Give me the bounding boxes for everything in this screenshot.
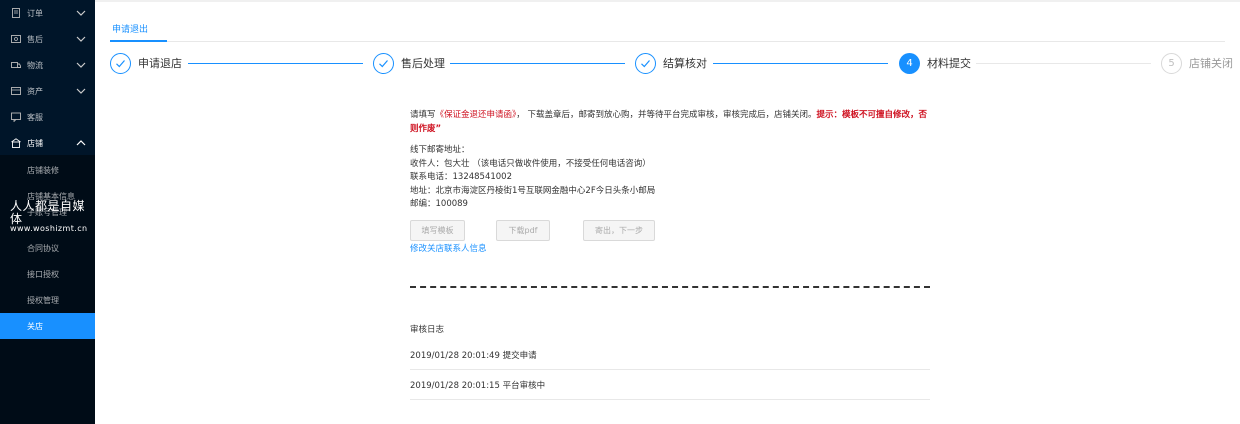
address-title: 线下邮寄地址： — [410, 145, 470, 155]
sidebar-item-label: 订单 — [27, 8, 43, 18]
check-icon — [373, 52, 394, 74]
step-connector — [976, 63, 1151, 64]
check-icon — [635, 52, 656, 74]
tab-apply-exit[interactable]: 申请退出 — [112, 22, 148, 35]
submenu-item-sub-accounts[interactable]: 子账号管理 — [0, 199, 95, 225]
address-phone: 联系电话：13248541002 — [410, 172, 512, 182]
submenu-item-close-shop[interactable]: 关店 — [0, 313, 95, 339]
step-connector — [188, 63, 363, 64]
step-settlement: 结算核对 — [635, 52, 707, 74]
submenu-item-contracts[interactable]: 合同协议 — [0, 235, 95, 261]
edit-contact-link[interactable]: 修改关店联系人信息 — [410, 242, 487, 254]
step-label: 申请退店 — [138, 57, 182, 70]
main-content: 申请退出 申请退店 售后处理 结算核对 4 材料提交 5 店铺关闭 请填写《保证… — [95, 0, 1240, 424]
submenu-item-label: 店铺装修 — [27, 166, 59, 175]
audit-log-entry: 2019/01/28 20:01:15 平台审核中 — [410, 381, 546, 391]
sidebar-item-aftersale[interactable]: 售后 — [0, 26, 95, 52]
audit-log-divider — [410, 399, 930, 400]
mail-address-block: 线下邮寄地址： 收件人：包大壮 （该电话只做收件使用，不接受任何电话咨询） 联系… — [410, 144, 930, 212]
shop-icon — [11, 138, 21, 148]
submenu-item-shop-decoration[interactable]: 店铺装修 — [0, 157, 95, 183]
chevron-down-icon — [76, 88, 86, 94]
step-label: 售后处理 — [401, 57, 445, 70]
sidebar-item-assets[interactable]: 资产 — [0, 78, 95, 104]
step-connector — [450, 63, 625, 64]
step-label: 结算核对 — [663, 57, 707, 70]
submenu-item-label: 授权管理 — [27, 296, 59, 305]
sidebar-item-label: 售后 — [27, 34, 43, 44]
audit-log-divider — [410, 369, 930, 370]
download-pdf-button[interactable]: 下载pdf — [496, 220, 550, 241]
sidebar-item-shop[interactable]: 店铺 — [0, 130, 95, 156]
submenu-item-label: 接口授权 — [27, 270, 59, 279]
chevron-down-icon — [76, 10, 86, 16]
sidebar-item-orders[interactable]: 订单 — [0, 0, 95, 26]
sidebar-item-label: 店铺 — [27, 138, 43, 148]
submenu-item-label: 子账号管理 — [27, 208, 67, 217]
address-postcode: 邮编：100089 — [410, 199, 468, 209]
address-recipient: 收件人：包大壮 （该电话只做收件使用，不接受任何电话咨询） — [410, 158, 651, 169]
truck-icon — [11, 62, 21, 68]
sidebar-item-logistics[interactable]: 物流 — [0, 52, 95, 78]
sidebar-item-customer-service[interactable]: 客服 — [0, 104, 95, 130]
step-after-sale: 售后处理 — [373, 52, 445, 74]
step-shop-closed: 5 店铺关闭 — [1161, 52, 1233, 74]
fill-template-button[interactable]: 填写模板 — [410, 220, 465, 241]
sidebar-item-label: 资产 — [27, 86, 43, 96]
sidebar-item-label: 物流 — [27, 60, 43, 70]
submenu-item-auth-management[interactable]: 授权管理 — [0, 287, 95, 313]
section-divider — [410, 286, 930, 288]
step-materials: 4 材料提交 — [899, 52, 971, 74]
chevron-up-icon — [76, 140, 86, 146]
document-icon — [12, 8, 20, 18]
sidebar-item-label: 客服 — [27, 112, 43, 122]
tab-active-indicator — [110, 40, 167, 42]
shop-submenu: 店铺装修 店铺基本信息 子账号管理 合同协议 接口授权 授权管理 关店 — [0, 155, 95, 424]
step-number: 5 — [1161, 52, 1182, 74]
sidebar: 订单 售后 物流 资产 客服 店铺 店铺装修 店铺基本信息 子账号管理 合同协议… — [0, 0, 95, 424]
audit-log-entry: 2019/01/28 20:01:49 提交申请 — [410, 351, 537, 361]
step-apply-close: 申请退店 — [110, 52, 182, 74]
submenu-item-label: 合同协议 — [27, 244, 59, 253]
tab-bar-divider — [110, 41, 1225, 42]
address-line: 地址：北京市海淀区丹棱街1号互联网金融中心2F今日头条小邮局 — [410, 185, 656, 196]
wallet-icon — [11, 87, 21, 95]
step-label: 材料提交 — [927, 57, 971, 70]
chevron-down-icon — [76, 62, 86, 68]
submenu-item-api-auth[interactable]: 接口授权 — [0, 261, 95, 287]
notice-text: 请填写《保证金退还申请函》， 下载盖章后，邮寄到放心购，并等待平台完成审核，审核… — [410, 108, 930, 136]
step-connector — [713, 63, 888, 64]
step-label: 店铺关闭 — [1189, 57, 1233, 70]
notice-middle: ， 下载盖章后，邮寄到放心购，并等待平台完成审核，审核完成后，店铺关闭。 — [516, 110, 817, 120]
chevron-down-icon — [76, 36, 86, 42]
step-number: 4 — [899, 52, 920, 74]
submenu-item-label: 关店 — [27, 322, 43, 331]
audit-log-title: 审核日志 — [410, 325, 445, 335]
top-divider — [95, 0, 1240, 2]
notice-prefix: 请填写 — [410, 110, 436, 120]
service-icon — [11, 35, 21, 43]
chat-icon — [11, 112, 21, 122]
send-next-button[interactable]: 寄出，下一步 — [583, 220, 655, 241]
notice-doc-name: 《保证金退还申请函》 — [435, 110, 517, 120]
check-icon — [110, 52, 131, 74]
material-panel: 请填写《保证金退还申请函》， 下载盖章后，邮寄到放心购，并等待平台完成审核，审核… — [410, 108, 930, 400]
